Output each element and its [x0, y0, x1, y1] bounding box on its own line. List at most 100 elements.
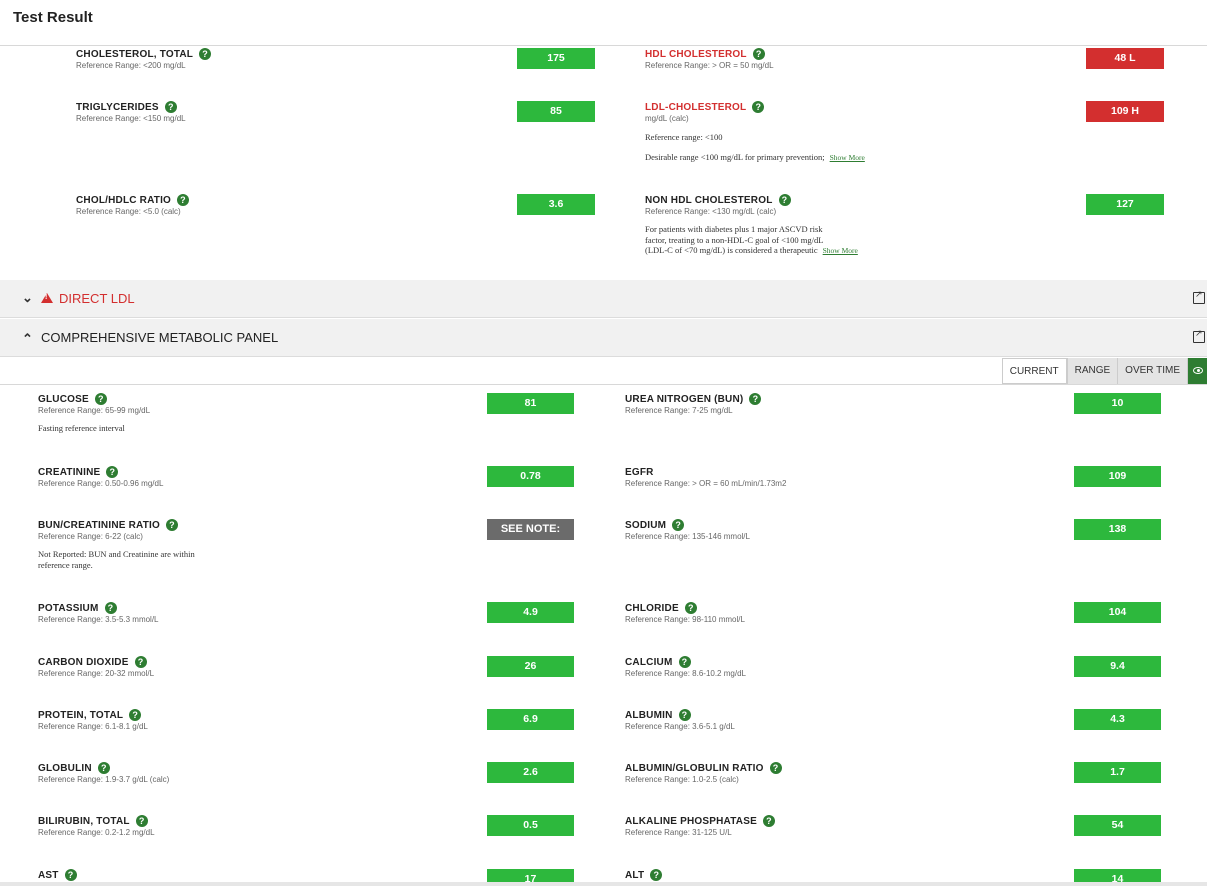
reference-range: Reference Range: 135-146 mmol/L: [625, 532, 750, 541]
help-icon[interactable]: ?: [64, 869, 77, 881]
chevron-down-icon[interactable]: ⌄: [22, 291, 34, 305]
result-name: CHOLESTEROL, TOTAL: [76, 48, 194, 60]
value-badge-bilirubin-total: 0.5: [487, 815, 574, 836]
reference-range: Reference Range: <130 mg/dL (calc): [645, 207, 777, 216]
result-albumin: ALBUMIN? Reference Range: 3.6-5.1 g/dL: [625, 708, 735, 731]
reference-range: Reference Range: <150 mg/dL: [76, 114, 186, 123]
result-egfr: EGFR Reference Range: > OR = 60 mL/min/1…: [625, 465, 787, 489]
help-icon[interactable]: ?: [94, 393, 107, 405]
result-name: UREA NITROGEN (BUN): [625, 393, 744, 405]
result-bilirubin-total: BILIRUBIN, TOTAL? Reference Range: 0.2-1…: [38, 814, 155, 837]
value-badge-sodium: 138: [1074, 519, 1161, 540]
help-icon[interactable]: ?: [678, 656, 691, 668]
help-icon[interactable]: ?: [778, 194, 791, 206]
help-icon[interactable]: ?: [164, 101, 177, 113]
help-icon[interactable]: ?: [165, 519, 178, 531]
result-note: Not Reported: BUN and Creatinine are wit…: [38, 549, 195, 570]
result-creatinine: CREATININE? Reference Range: 0.50-0.96 m…: [38, 465, 163, 488]
show-more-link[interactable]: Show More: [823, 246, 858, 255]
result-potassium: POTASSIUM? Reference Range: 3.5-5.3 mmol…: [38, 601, 159, 624]
value-badge-calcium: 9.4: [1074, 656, 1161, 677]
value-badge-egfr: 109: [1074, 466, 1161, 487]
value-badge-bun-creatinine-ratio: SEE NOTE:: [487, 519, 574, 540]
value-badge-triglycerides: 85: [517, 101, 595, 122]
tab-current[interactable]: CURRENT: [1001, 358, 1067, 384]
reference-range: Reference Range: > OR = 60 mL/min/1.73m2: [625, 479, 787, 488]
result-name: SODIUM: [625, 519, 667, 531]
result-triglycerides: TRIGLYCERIDES? Reference Range: <150 mg/…: [76, 100, 186, 123]
reference-range: Reference Range: 98-110 mmol/L: [625, 615, 745, 624]
reference-range: Reference Range: 7-25 mg/dL: [625, 406, 733, 415]
section-comprehensive-metabolic-panel[interactable]: ⌃ COMPREHENSIVE METABOLIC PANEL: [0, 319, 1207, 357]
value-badge-hdl: 48 L: [1086, 48, 1164, 69]
chevron-up-icon[interactable]: ⌃: [22, 332, 34, 346]
value-badge-chol-hdlc-ratio: 3.6: [517, 194, 595, 215]
result-non-hdl-cholesterol: NON HDL CHOLESTEROL? Reference Range: <1…: [645, 193, 858, 257]
show-more-link[interactable]: Show More: [830, 153, 865, 162]
tab-range[interactable]: RANGE: [1066, 358, 1118, 384]
eye-icon[interactable]: [1187, 358, 1207, 384]
help-icon[interactable]: ?: [752, 48, 765, 60]
result-name: ALT: [625, 869, 645, 881]
value-badge-albumin-globulin-ratio: 1.7: [1074, 762, 1161, 783]
value-badge-carbon-dioxide: 26: [487, 656, 574, 677]
help-icon[interactable]: ?: [97, 762, 110, 774]
reference-range: Reference Range: 0.2-1.2 mg/dL: [38, 828, 155, 837]
result-hdl-cholesterol: HDL CHOLESTEROL? Reference Range: > OR =…: [645, 47, 774, 70]
value-badge-ast: 17: [487, 869, 574, 882]
result-bun-creatinine-ratio: BUN/CREATININE RATIO? Reference Range: 6…: [38, 518, 195, 570]
help-icon[interactable]: ?: [650, 869, 663, 881]
help-icon[interactable]: ?: [199, 48, 212, 60]
help-icon[interactable]: ?: [684, 602, 697, 614]
reference-range: Reference Range: 3.6-5.1 g/dL: [625, 722, 735, 731]
help-icon[interactable]: ?: [134, 656, 147, 668]
result-name: GLUCOSE: [38, 393, 89, 405]
result-name: BILIRUBIN, TOTAL: [38, 815, 130, 827]
result-name: ALBUMIN: [625, 709, 673, 721]
section-direct-ldl[interactable]: ⌄ DIRECT LDL: [0, 280, 1207, 318]
reference-range: Reference Range: 1.9-3.7 g/dL (calc): [38, 775, 170, 784]
value-badge-cholesterol-total: 175: [517, 48, 595, 69]
result-name: CARBON DIOXIDE: [38, 656, 129, 668]
view-tabs: CURRENT RANGE OVER TIME: [1001, 358, 1207, 384]
result-note: Desirable range <100 mg/dL for primary p…: [645, 152, 865, 162]
reference-range: Reference Range: 20-32 mmol/L: [38, 669, 155, 678]
tab-over-time[interactable]: OVER TIME: [1117, 358, 1187, 384]
reference-range: Reference Range: <200 mg/dL: [76, 61, 186, 70]
result-protein-total: PROTEIN, TOTAL? Reference Range: 6.1-8.1…: [38, 708, 148, 731]
result-note: Reference range: <100: [645, 132, 723, 142]
result-sodium: SODIUM? Reference Range: 135-146 mmol/L: [625, 518, 750, 541]
scroll-edge: [0, 882, 1207, 886]
help-icon[interactable]: ?: [752, 101, 765, 113]
value-badge-alt: 14: [1074, 869, 1161, 882]
warning-triangle-icon: [41, 293, 53, 303]
result-ldl-cholesterol: LDL-CHOLESTEROL? mg/dL (calc) Reference …: [645, 100, 865, 163]
result-name: ALKALINE PHOSPHATASE: [625, 815, 757, 827]
result-alt: ALT?: [625, 868, 663, 882]
help-icon[interactable]: ?: [106, 466, 119, 478]
help-icon[interactable]: ?: [769, 762, 782, 774]
help-icon[interactable]: ?: [129, 709, 142, 721]
help-icon[interactable]: ?: [177, 194, 190, 206]
result-alkaline-phosphatase: ALKALINE PHOSPHATASE? Reference Range: 3…: [625, 814, 775, 837]
result-bun: UREA NITROGEN (BUN)? Reference Range: 7-…: [625, 392, 762, 415]
help-icon[interactable]: ?: [672, 519, 685, 531]
help-icon[interactable]: ?: [135, 815, 148, 827]
help-icon[interactable]: ?: [678, 709, 691, 721]
help-icon[interactable]: ?: [762, 815, 775, 827]
result-name: EGFR: [625, 466, 654, 478]
value-badge-ldl: 109 H: [1086, 101, 1164, 122]
result-albumin-globulin-ratio: ALBUMIN/GLOBULIN RATIO? Reference Range:…: [625, 761, 782, 784]
external-link-icon[interactable]: [1193, 289, 1205, 304]
result-name: CREATININE: [38, 466, 101, 478]
result-name: LDL-CHOLESTEROL: [645, 101, 747, 113]
external-link-icon[interactable]: [1193, 328, 1205, 343]
section-title: DIRECT LDL: [59, 291, 135, 306]
result-chloride: CHLORIDE? Reference Range: 98-110 mmol/L: [625, 601, 745, 624]
result-name: NON HDL CHOLESTEROL: [645, 194, 773, 206]
help-icon[interactable]: ?: [749, 393, 762, 405]
value-badge-potassium: 4.9: [487, 602, 574, 623]
result-note: For patients with diabetes plus 1 major …: [645, 224, 858, 255]
value-badge-globulin: 2.6: [487, 762, 574, 783]
help-icon[interactable]: ?: [104, 602, 117, 614]
